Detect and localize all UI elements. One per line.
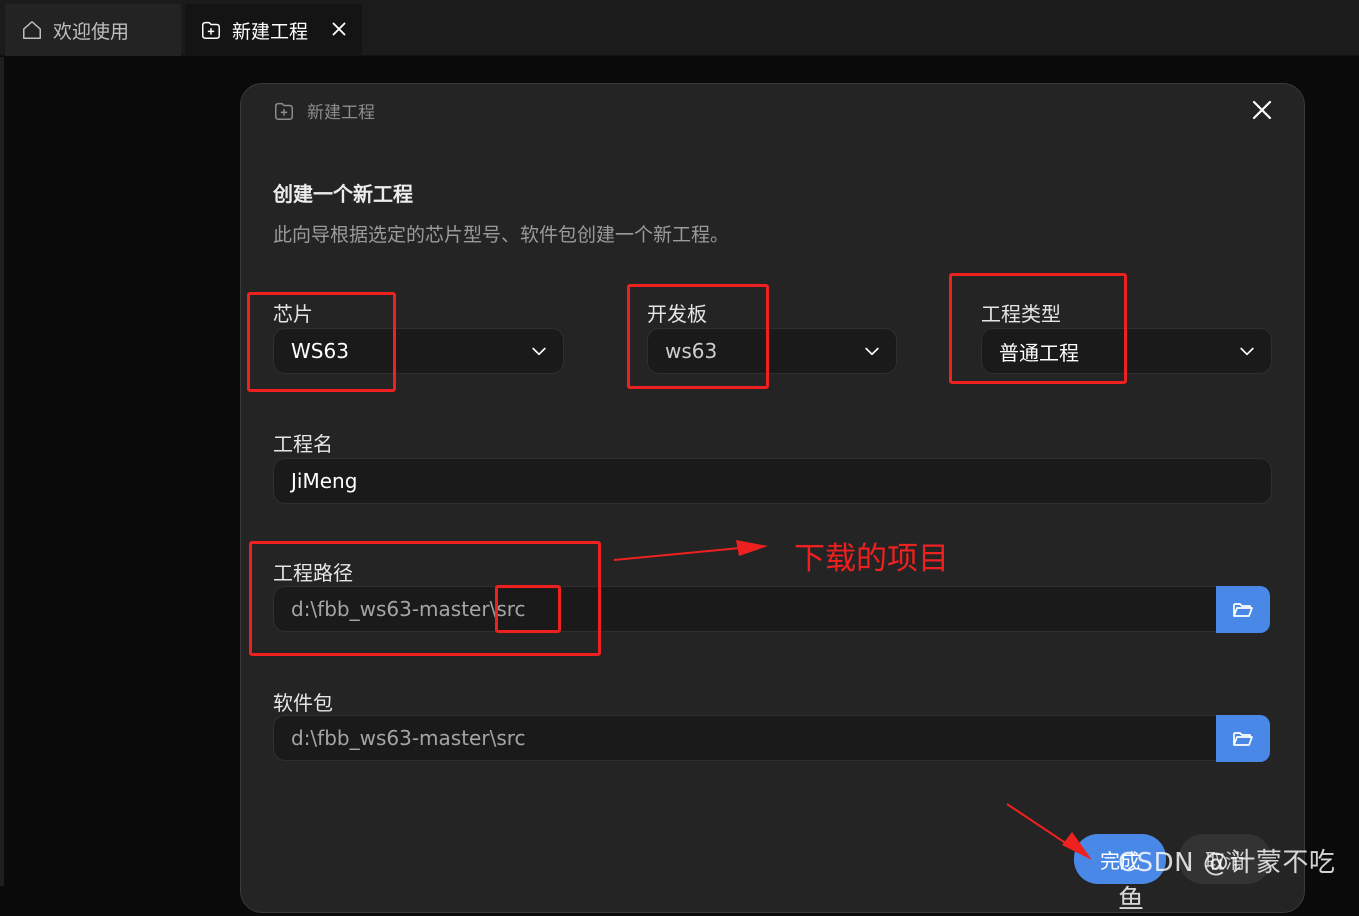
project-path-browse-button[interactable] <box>1216 586 1270 633</box>
dialog-description: 此向导根据选定的芯片型号、软件包创建一个新工程。 <box>273 224 730 246</box>
dialog-close-icon[interactable] <box>1250 98 1274 122</box>
new-project-dialog: 新建工程 创建一个新工程 此向导根据选定的芯片型号、软件包创建一个新工程。 芯片… <box>240 83 1305 913</box>
annotation-text: 下载的项目 <box>794 541 949 577</box>
project-name-value: JiMeng <box>291 469 358 493</box>
annotation-box-src <box>495 585 561 633</box>
tab-bar: 欢迎使用 新建工程 <box>0 0 1359 56</box>
file-add-icon <box>200 19 222 41</box>
tab-welcome-label: 欢迎使用 <box>53 20 130 43</box>
project-name-label: 工程名 <box>273 432 333 456</box>
chevron-down-icon <box>862 341 882 361</box>
project-name-input[interactable]: JiMeng <box>273 458 1272 504</box>
chevron-down-icon <box>529 341 549 361</box>
chevron-down-icon <box>1237 341 1257 361</box>
left-sidebar-strip <box>0 57 4 886</box>
watermark: CSDN @计蒙不吃鱼 <box>1118 848 1336 915</box>
dialog-header: 新建工程 <box>273 98 375 123</box>
sdk-package-value: d:\fbb_ws63-master\src <box>291 726 526 750</box>
file-add-icon <box>273 100 295 122</box>
dialog-title: 创建一个新工程 <box>273 182 413 206</box>
tab-close-icon[interactable] <box>328 18 350 40</box>
home-icon <box>21 19 43 41</box>
sdk-package-label: 软件包 <box>273 691 333 715</box>
sdk-package-input[interactable]: d:\fbb_ws63-master\src <box>273 715 1217 761</box>
dialog-header-label: 新建工程 <box>307 103 375 123</box>
annotation-box-board <box>627 284 769 389</box>
sdk-package-browse-button[interactable] <box>1216 715 1270 762</box>
annotation-box-chip <box>247 292 396 392</box>
folder-open-icon <box>1231 598 1255 622</box>
tab-welcome[interactable]: 欢迎使用 <box>5 4 181 56</box>
tab-new-project[interactable]: 新建工程 <box>185 4 362 56</box>
tab-new-project-label: 新建工程 <box>232 20 309 43</box>
folder-open-icon <box>1231 727 1255 751</box>
annotation-box-project-type <box>949 273 1127 384</box>
